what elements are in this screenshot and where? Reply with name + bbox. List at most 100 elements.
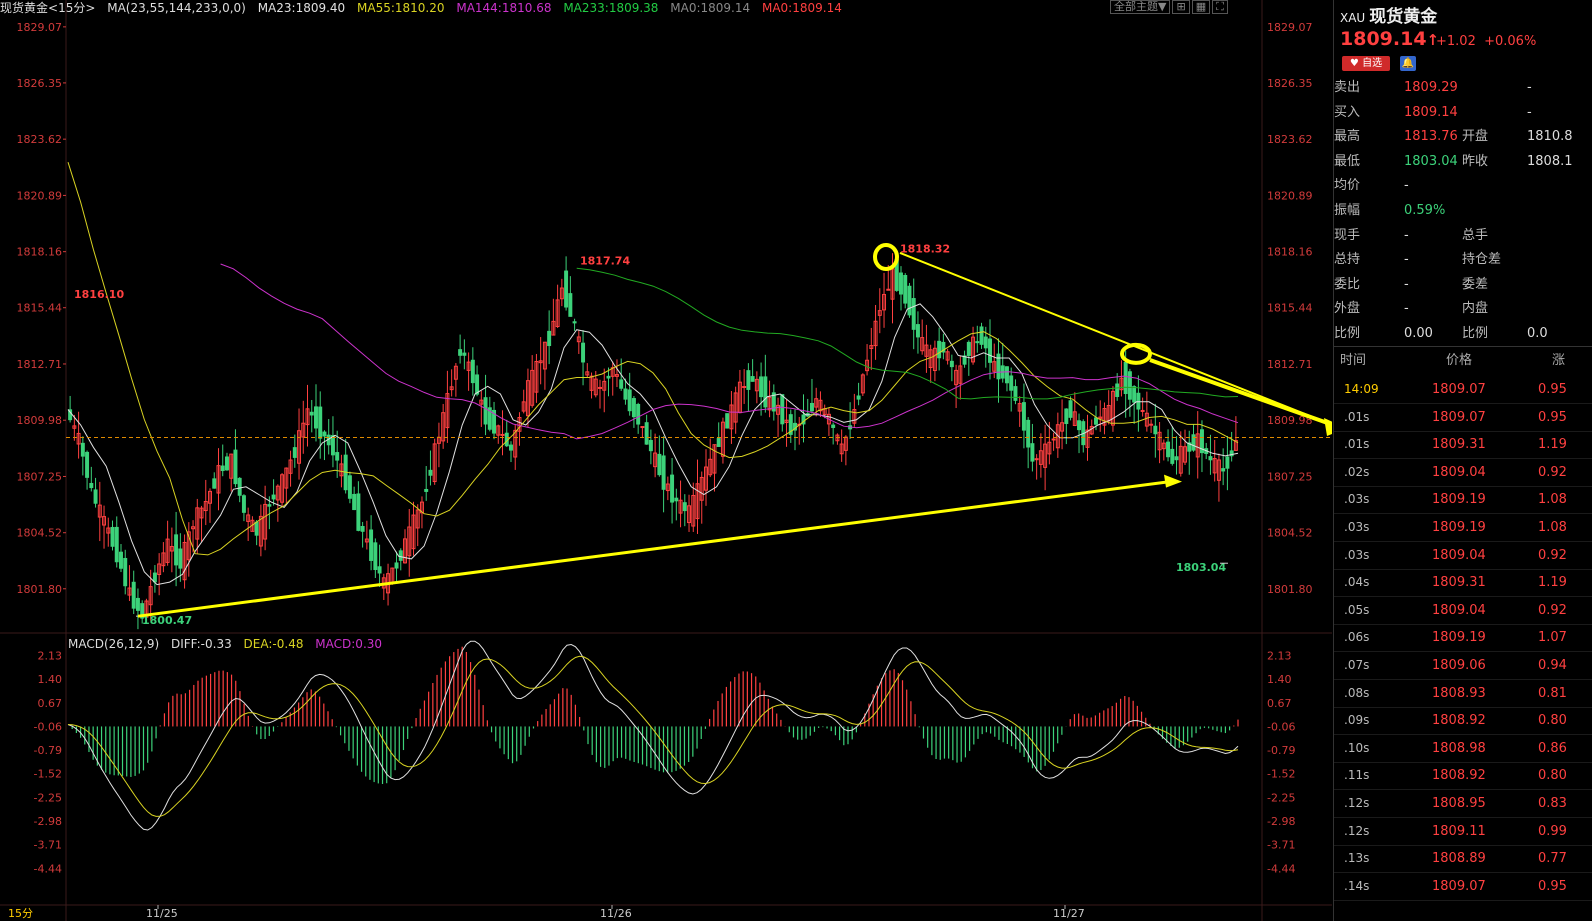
- kline-chart-area[interactable]: 1829.07 1829.07 1826.35 1826.35 1823.62 1823.…: [0, 0, 1332, 921]
- period-label[interactable]: <15分>: [48, 1, 95, 15]
- quote-label: 委比: [1334, 276, 1361, 292]
- candle-body: [1123, 361, 1128, 395]
- candle-body: [470, 359, 475, 384]
- quote-value: 0.59%: [1404, 203, 1446, 218]
- tick-row: .11s 1808.92 0.80: [1334, 762, 1592, 791]
- macd-axis-tick: -2.98: [34, 815, 62, 828]
- tick-change: 1.08: [1538, 492, 1567, 508]
- candle-body: [93, 489, 98, 504]
- tick-row: .03s 1809.19 1.08: [1334, 514, 1592, 542]
- tick-price: 1808.92: [1432, 768, 1486, 784]
- candle-body: [500, 433, 505, 436]
- candle-body: [394, 562, 399, 569]
- candle-body: [619, 379, 624, 389]
- last-price: 1809.14↑: [1340, 28, 1439, 50]
- date-label: 11/25: [146, 907, 178, 920]
- ticks-time-header: 时间: [1340, 353, 1367, 368]
- quote-row: 外盘 - 内盘: [1334, 297, 1592, 321]
- change-value: +1.02: [1436, 34, 1476, 49]
- candle-body: [254, 521, 259, 536]
- date-label: 11/26: [600, 907, 632, 920]
- candle-body: [742, 386, 747, 389]
- theme-dropdown[interactable]: 全部主题▼: [1110, 0, 1171, 14]
- quote-value-2: 1808.1: [1527, 153, 1573, 169]
- quote-label-2: 比例: [1462, 326, 1489, 341]
- candle-body: [224, 456, 229, 471]
- candle-body: [1153, 425, 1158, 435]
- candle-body: [377, 566, 382, 574]
- quote-label-2: 开盘: [1462, 129, 1489, 145]
- tick-time: .13s: [1344, 851, 1370, 866]
- tick-price: 1809.07: [1432, 409, 1486, 425]
- tick-row: .06s 1809.19 1.07: [1334, 624, 1592, 653]
- candle-body: [322, 431, 327, 437]
- tick-change: 1.19: [1538, 437, 1567, 453]
- tick-change: 0.83: [1538, 796, 1567, 811]
- macd-axis-tick: -0.79: [1267, 744, 1295, 757]
- price-axis-tick: 1826.35: [17, 77, 63, 90]
- macd-axis-tick: -1.52: [1267, 768, 1295, 781]
- candle-body: [937, 340, 942, 359]
- candle-body: [674, 497, 679, 502]
- price-axis-tick: 1820.89: [17, 189, 63, 202]
- tick-change: 0.80: [1538, 768, 1567, 784]
- bell-icon: 🔔: [1401, 58, 1415, 69]
- quote-label-2: 委差: [1462, 276, 1489, 292]
- tick-row: .01s 1809.07 0.95: [1334, 404, 1592, 432]
- support-trendline: [137, 480, 1171, 618]
- candle-body: [373, 542, 378, 570]
- macd-axis-tick: -1.52: [34, 768, 62, 781]
- layout-icon[interactable]: ▦: [1191, 0, 1211, 14]
- tick-change: 0.95: [1538, 878, 1567, 894]
- candle-body: [1225, 456, 1230, 469]
- price-chart-svg[interactable]: 1829.07 1829.07 1826.35 1826.35 1823.62 1823.…: [0, 0, 1332, 921]
- candle-body: [911, 298, 916, 330]
- chart-toolbar: 全部主题▼ ⊞ ▦ ⛶: [1110, 0, 1228, 14]
- tick-row: .12s 1809.11 0.99: [1334, 818, 1592, 846]
- quote-value: -: [1404, 276, 1409, 292]
- candle-body: [915, 324, 920, 338]
- ticks-price-header: 价格: [1446, 353, 1473, 368]
- tick-time: 14:09: [1344, 382, 1379, 396]
- quote-value-2: -: [1527, 104, 1532, 120]
- heart-icon: ♥: [1349, 58, 1359, 69]
- candle-body: [220, 465, 225, 472]
- candle-body: [598, 386, 602, 389]
- label-high-1: 1816.10: [74, 288, 124, 301]
- candle-body: [85, 451, 90, 478]
- candle-body: [309, 411, 314, 416]
- price-axis-tick: 1812.71: [1267, 358, 1313, 371]
- tick-row: .08s 1808.93 0.81: [1334, 680, 1592, 708]
- quote-value: -: [1404, 227, 1409, 243]
- candle-body: [462, 352, 467, 356]
- tick-time: .11s: [1344, 768, 1370, 783]
- price-axis-tick: 1826.35: [1267, 77, 1313, 90]
- zoom-in-icon[interactable]: ⊞: [1172, 0, 1190, 14]
- price-axis-tick: 1829.07: [17, 21, 63, 34]
- favorite-label: 自选: [1362, 58, 1383, 69]
- candle-body: [886, 288, 891, 291]
- last-price-value: 1809.14: [1340, 28, 1427, 50]
- quote-row: 总持 - 持仓差: [1334, 248, 1592, 272]
- alert-bell-button[interactable]: 🔔: [1400, 56, 1416, 71]
- fullscreen-icon[interactable]: ⛶: [1212, 0, 1228, 14]
- ma144-line: [220, 263, 1239, 440]
- candle-body: [903, 274, 908, 304]
- add-favorite-button[interactable]: ♥ 自选: [1342, 56, 1390, 71]
- tick-change: 0.80: [1538, 713, 1567, 729]
- macd-axis-tick: -0.06: [34, 720, 62, 733]
- quote-row: 委比 - 委差: [1334, 273, 1592, 297]
- candle-body: [110, 526, 115, 547]
- period-button[interactable]: 15分: [8, 907, 33, 920]
- candle-body: [763, 376, 768, 408]
- candle-body: [606, 375, 611, 379]
- candle-body: [670, 474, 675, 503]
- quote-value: 1813.76: [1404, 129, 1458, 145]
- candle-body: [267, 504, 272, 507]
- candle-body: [1132, 386, 1137, 403]
- candle-body: [1009, 375, 1014, 391]
- ticks-header: 时间 价格 涨: [1334, 350, 1592, 372]
- ticks-change-header: 涨: [1552, 353, 1566, 368]
- price-axis-tick: 1829.07: [1267, 21, 1313, 34]
- candle-body: [1051, 438, 1056, 441]
